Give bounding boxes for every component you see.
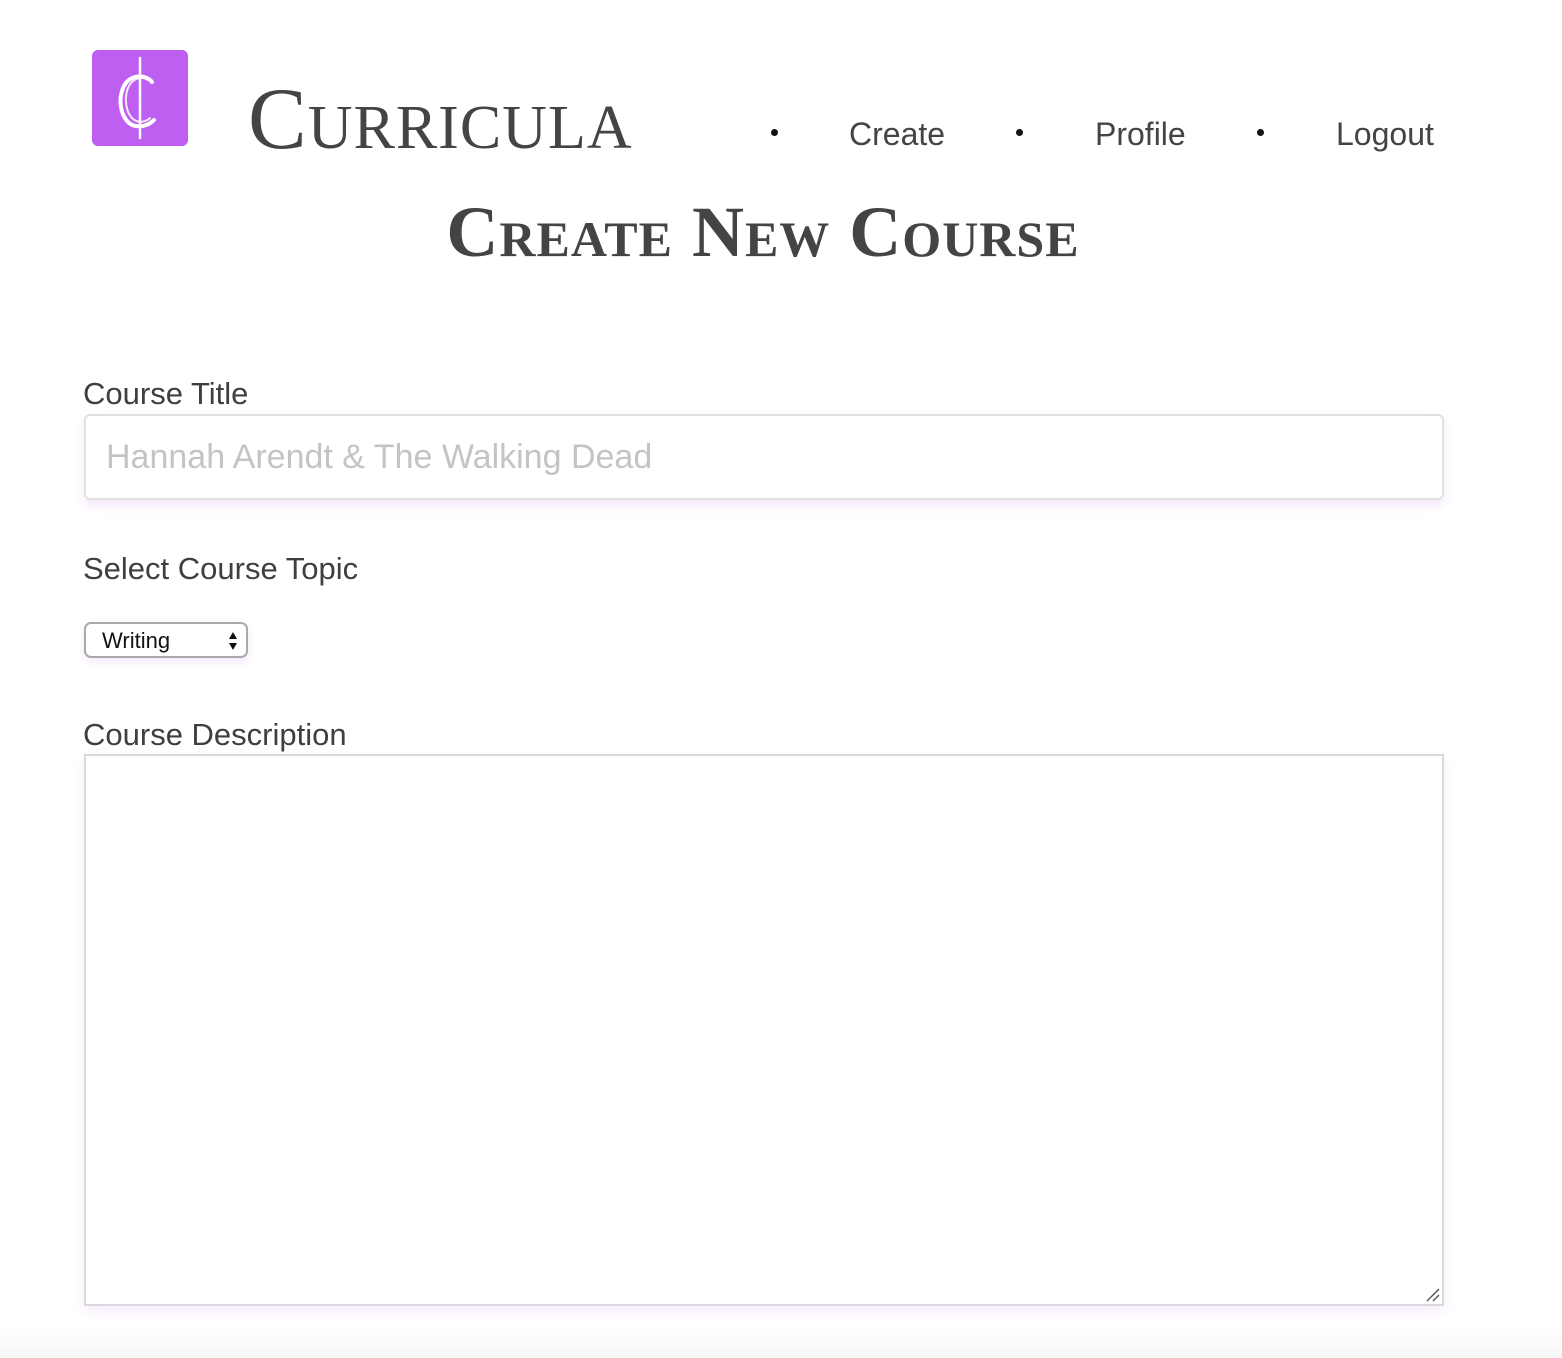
nav-create-link[interactable]: Create bbox=[849, 116, 945, 152]
nav-bullet bbox=[771, 129, 778, 136]
resize-grip-icon[interactable] bbox=[1424, 1286, 1440, 1302]
course-title-label: Course Title bbox=[83, 376, 249, 411]
course-title-input[interactable] bbox=[84, 414, 1444, 500]
course-description-textarea[interactable] bbox=[84, 754, 1444, 1306]
select-arrows-icon bbox=[229, 632, 237, 650]
nav-bullet bbox=[1257, 129, 1264, 136]
nav-profile-link[interactable]: Profile bbox=[1095, 116, 1186, 152]
create-course-page: Curricula Create Profile Logout Create N… bbox=[0, 0, 1562, 1358]
course-topic-label: Select Course Topic bbox=[83, 551, 359, 586]
nav-bullet bbox=[1016, 129, 1023, 136]
nav-logout-link[interactable]: Logout bbox=[1336, 116, 1434, 152]
page-title: Create New Course bbox=[446, 192, 1080, 272]
page-bottom-edge bbox=[0, 1330, 1562, 1358]
course-topic-selected-value: Writing bbox=[102, 628, 171, 653]
course-description-label: Course Description bbox=[83, 717, 347, 752]
course-topic-select[interactable]: Writing bbox=[84, 622, 248, 658]
top-nav: Create Profile Logout bbox=[0, 112, 1562, 156]
